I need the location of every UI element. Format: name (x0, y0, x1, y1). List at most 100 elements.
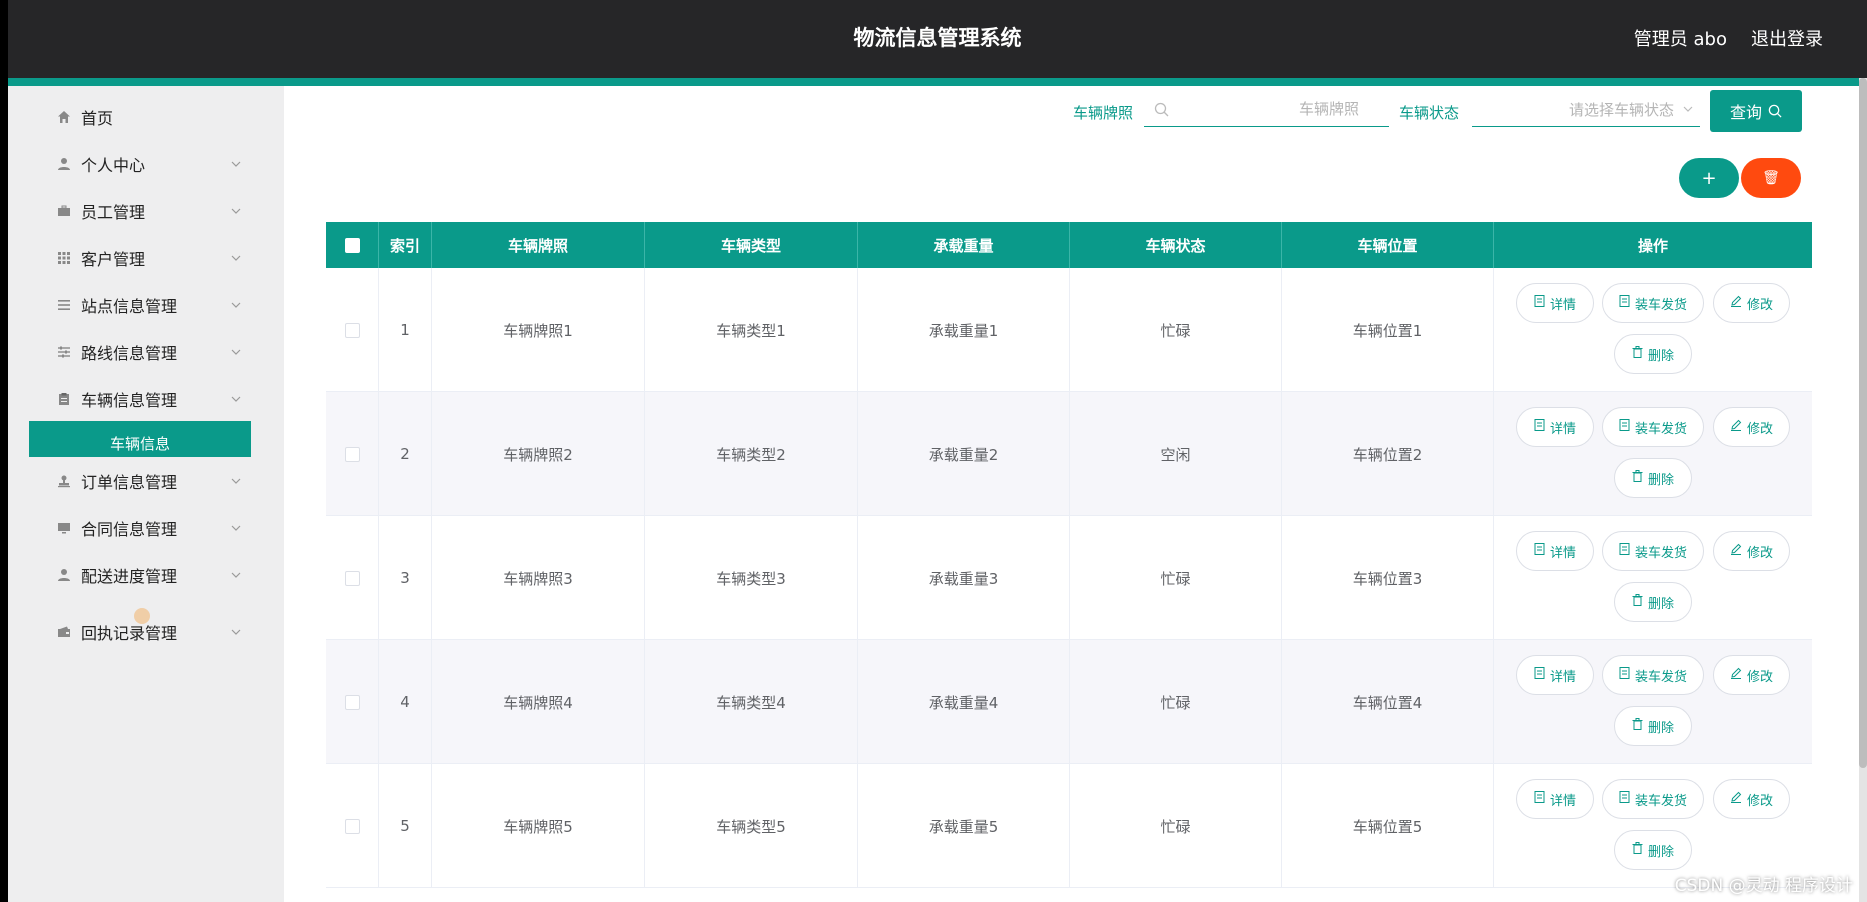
row-checkbox[interactable] (344, 570, 360, 586)
batch-delete-button[interactable]: 🗑 (1741, 158, 1801, 198)
detail-button[interactable]: 详情 (1516, 283, 1594, 323)
mouse-cursor (134, 608, 150, 624)
add-button[interactable]: + (1679, 158, 1739, 198)
cell-plate: 车辆牌照1 (432, 268, 645, 392)
chevron-down-icon (1683, 106, 1693, 112)
logout-link[interactable]: 退出登录 (1751, 25, 1823, 51)
ship-button[interactable]: 装车发货 (1602, 283, 1704, 323)
header-select-all[interactable] (326, 222, 379, 268)
sidebar-item-profile[interactable]: 个人中心 (8, 142, 284, 186)
plate-search-label: 车辆牌照 (1073, 104, 1134, 122)
delete-button[interactable]: 删除 (1614, 334, 1692, 374)
cell-index: 4 (379, 640, 432, 764)
edit-button[interactable]: 修改 (1713, 407, 1790, 447)
cell-status: 忙碌 (1070, 516, 1282, 640)
row-checkbox[interactable] (344, 818, 360, 834)
sidebar-item-label: 个人中心 (81, 156, 146, 175)
cell-type: 车辆类型4 (645, 640, 858, 764)
header-accent-bar (8, 78, 1867, 86)
sidebar-item-staff[interactable]: 员工管理 (8, 189, 284, 233)
cell-select (326, 392, 379, 516)
document-icon (1534, 791, 1545, 807)
sidebar-item-stations[interactable]: 站点信息管理 (8, 283, 284, 327)
home-icon (56, 109, 72, 125)
cell-index: 5 (379, 764, 432, 888)
edit-button-label: 修改 (1746, 297, 1773, 313)
ship-button[interactable]: 装车发货 (1602, 655, 1704, 695)
cell-location: 车辆位置4 (1282, 640, 1494, 764)
delete-button[interactable]: 删除 (1614, 458, 1692, 498)
chevron-down-icon (231, 302, 241, 308)
sidebar-item-customers[interactable]: 客户管理 (8, 236, 284, 280)
scrollbar-thumb[interactable] (1859, 78, 1867, 768)
app-title: 物流信息管理系统 (853, 26, 1022, 50)
detail-button[interactable]: 详情 (1516, 407, 1594, 447)
sidebar: 首页 个人中心 员工管理 客户管理 站点信息管理 路线信息管理 车辆信息管理 车… (8, 86, 284, 902)
cell-index: 3 (379, 516, 432, 640)
detail-button-label: 详情 (1549, 297, 1576, 313)
select-all-checkbox[interactable] (344, 237, 360, 253)
plate-search-input[interactable] (1144, 91, 1389, 126)
sidebar-item-label: 回执记录管理 (81, 624, 178, 643)
table-row: 4 车辆牌照4 车辆类型4 承载重量4 忙碌 车辆位置4 详情 装车发货 修改 删除 (326, 640, 1812, 764)
status-select-placeholder: 请选择车辆状态 (1568, 101, 1674, 119)
row-checkbox[interactable] (344, 694, 360, 710)
edit-button-label: 修改 (1746, 545, 1773, 561)
detail-button[interactable]: 详情 (1516, 531, 1594, 571)
edit-button[interactable]: 修改 (1713, 779, 1790, 819)
detail-button[interactable]: 详情 (1516, 655, 1594, 695)
ship-button[interactable]: 装车发货 (1602, 531, 1704, 571)
table-row: 2 车辆牌照2 车辆类型2 承载重量2 空闲 车辆位置2 详情 装车发货 修改 删除 (326, 392, 1812, 516)
column-header-status: 车辆状态 (1070, 222, 1282, 268)
delete-button-label: 删除 (1647, 472, 1674, 488)
delete-button-label: 删除 (1647, 596, 1674, 612)
query-button[interactable]: 查询 (1710, 90, 1802, 132)
delete-button[interactable]: 删除 (1614, 582, 1692, 622)
sidebar-item-home[interactable]: 首页 (8, 95, 284, 139)
cell-location: 车辆位置1 (1282, 268, 1494, 392)
query-button-label: 查询 (1729, 103, 1762, 122)
plate-search-field[interactable] (1144, 91, 1389, 127)
column-header-weight: 承载重量 (858, 222, 1070, 268)
edit-button[interactable]: 修改 (1713, 283, 1790, 323)
document-icon (1619, 295, 1630, 311)
column-header-plate: 车辆牌照 (432, 222, 645, 268)
row-checkbox[interactable] (344, 322, 360, 338)
detail-button[interactable]: 详情 (1516, 779, 1594, 819)
column-header-index: 索引 (379, 222, 432, 268)
edit-button-label: 修改 (1746, 421, 1773, 437)
delete-button-label: 删除 (1647, 720, 1674, 736)
edit-icon (1730, 419, 1742, 435)
table-header: 索引 车辆牌照 车辆类型 承载重量 车辆状态 车辆位置 操作 (326, 222, 1812, 268)
document-icon (1534, 543, 1545, 559)
ship-button[interactable]: 装车发货 (1602, 407, 1704, 447)
sidebar-item-routes[interactable]: 路线信息管理 (8, 330, 284, 374)
edit-button[interactable]: 修改 (1713, 655, 1790, 695)
sidebar-item-label: 站点信息管理 (81, 297, 178, 316)
row-checkbox[interactable] (344, 446, 360, 462)
watermark: CSDN @灵动 程序设计 (1674, 876, 1853, 896)
delete-button[interactable]: 删除 (1614, 706, 1692, 746)
main-content: 车辆牌照 车辆状态 请选择车辆状态 查询 + 🗑 索引 车辆牌照 车辆类型 (284, 86, 1859, 902)
sidebar-item-contracts[interactable]: 合同信息管理 (8, 506, 284, 550)
cell-status: 忙碌 (1070, 640, 1282, 764)
cell-actions: 详情 装车发货 修改删除 (1494, 516, 1812, 640)
page-scrollbar[interactable] (1859, 78, 1867, 902)
document-icon (1619, 667, 1630, 683)
sidebar-subitem-vehicle-info[interactable]: 车辆信息 (29, 421, 251, 457)
edit-button[interactable]: 修改 (1713, 531, 1790, 571)
sidebar-item-delivery[interactable]: 配送进度管理 (8, 553, 284, 597)
chevron-down-icon (231, 208, 241, 214)
cell-actions: 详情 装车发货 修改删除 (1494, 392, 1812, 516)
status-select[interactable]: 请选择车辆状态 (1472, 91, 1700, 127)
cell-weight: 承载重量4 (858, 640, 1070, 764)
ship-button-label: 装车发货 (1634, 669, 1687, 685)
delete-button[interactable]: 删除 (1614, 830, 1692, 870)
wallet-icon (56, 624, 72, 640)
sidebar-item-vehicles[interactable]: 车辆信息管理 (8, 377, 284, 421)
sliders-icon (56, 344, 72, 360)
cell-weight: 承载重量5 (858, 764, 1070, 888)
ship-button[interactable]: 装车发货 (1602, 779, 1704, 819)
sidebar-item-label: 车辆信息管理 (81, 391, 178, 410)
sidebar-item-orders[interactable]: 订单信息管理 (8, 459, 284, 503)
